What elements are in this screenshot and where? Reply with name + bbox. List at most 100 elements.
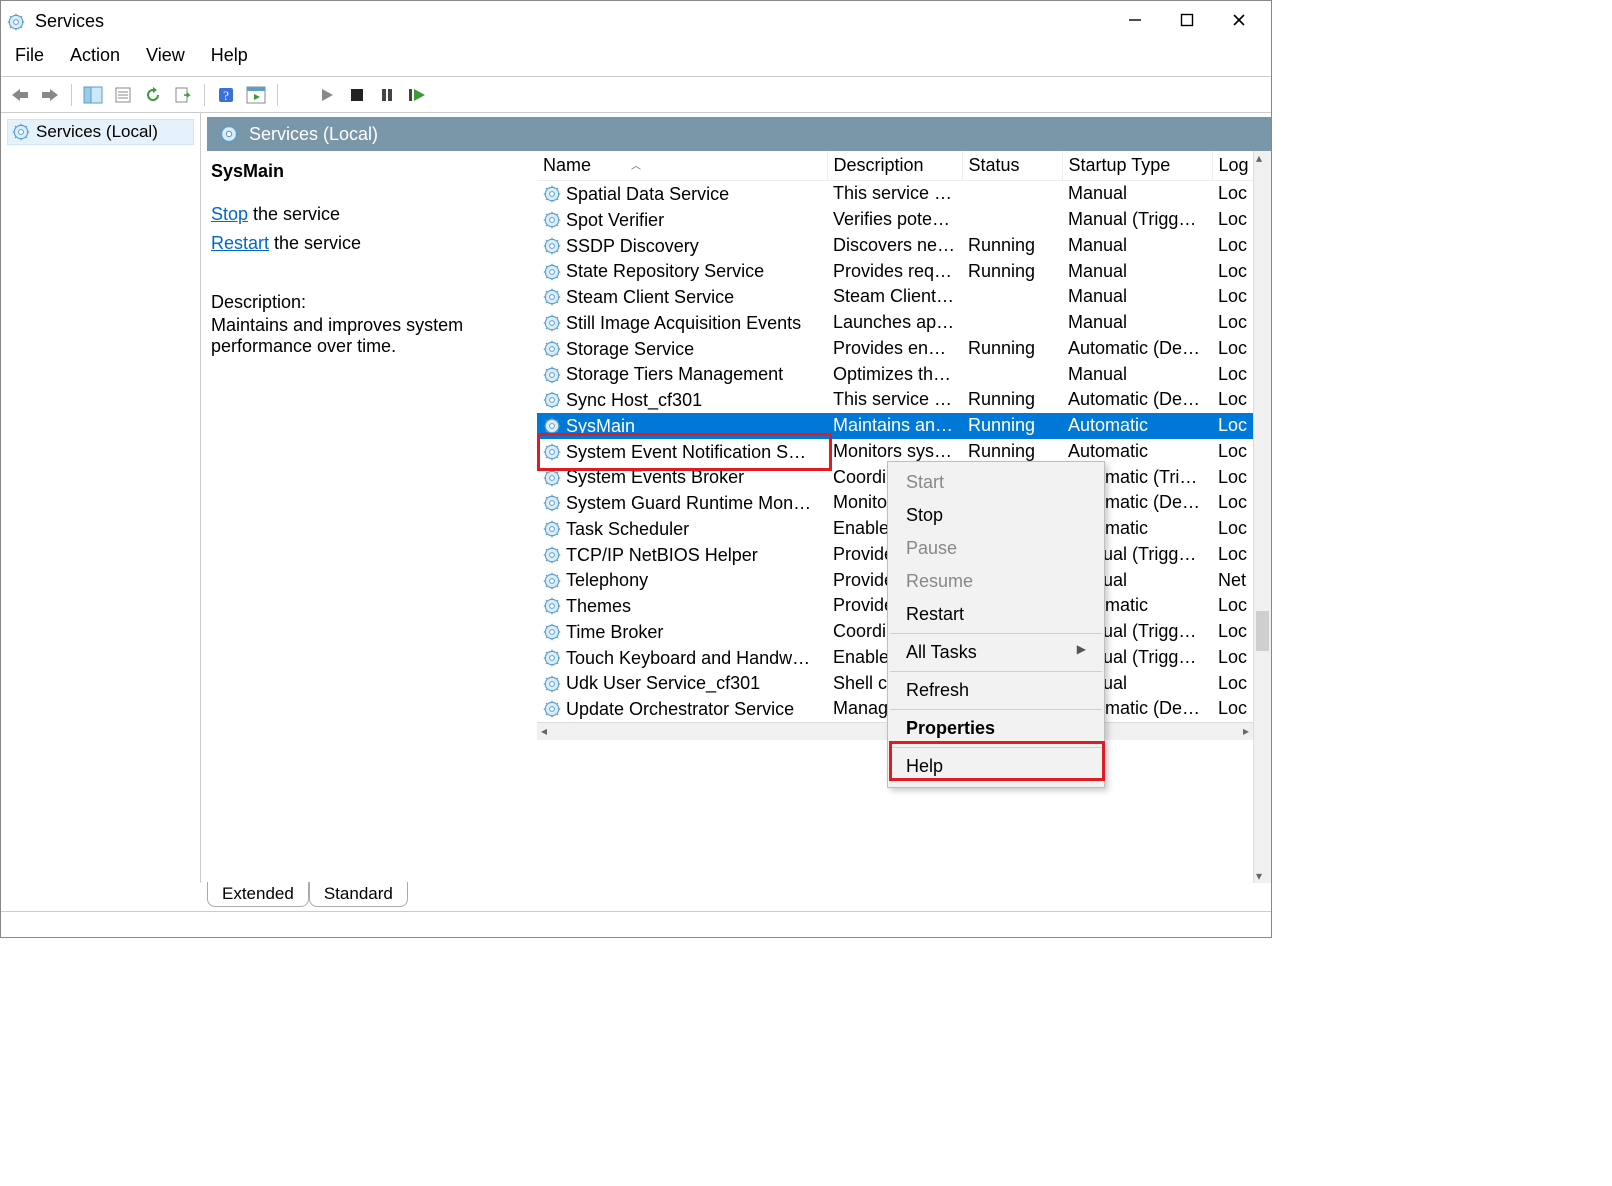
col-status[interactable]: Status bbox=[962, 151, 1062, 181]
app-icon bbox=[7, 11, 25, 31]
context-menu-item[interactable]: Restart bbox=[888, 598, 1104, 631]
service-status bbox=[962, 181, 1062, 207]
refresh-button[interactable] bbox=[142, 84, 164, 106]
service-name: System Event Notification S… bbox=[566, 441, 806, 461]
service-status bbox=[962, 207, 1062, 233]
listview-title: Services (Local) bbox=[249, 124, 378, 145]
tree-node-label: Services (Local) bbox=[36, 122, 158, 142]
service-logon: Net bbox=[1212, 567, 1253, 593]
table-row[interactable]: SysMainMaintains an…RunningAutomaticLoc bbox=[537, 413, 1253, 439]
gear-icon bbox=[543, 572, 561, 590]
service-status bbox=[962, 284, 1062, 310]
menubar: File Action View Help bbox=[1, 41, 1271, 77]
context-menu-item[interactable]: All Tasks▶ bbox=[888, 636, 1104, 669]
start-service-button[interactable] bbox=[316, 84, 338, 106]
service-name: State Repository Service bbox=[566, 261, 764, 281]
service-logon: Loc bbox=[1212, 619, 1253, 645]
service-startup: Manual bbox=[1062, 181, 1212, 207]
gear-icon bbox=[543, 597, 561, 615]
services-table-wrap: Name︿ Description Status Startup Type Lo… bbox=[537, 151, 1271, 883]
close-button[interactable] bbox=[1225, 11, 1253, 32]
service-status bbox=[962, 310, 1062, 336]
minimize-button[interactable] bbox=[1121, 11, 1149, 32]
col-name[interactable]: Name︿ bbox=[537, 151, 827, 181]
col-logon[interactable]: Log On As bbox=[1212, 151, 1253, 181]
gear-icon bbox=[543, 211, 561, 229]
back-button[interactable] bbox=[9, 84, 31, 106]
submenu-arrow-icon: ▶ bbox=[1077, 642, 1086, 656]
menu-help[interactable]: Help bbox=[211, 45, 248, 66]
context-menu-item[interactable]: Help bbox=[888, 750, 1104, 783]
service-logon: Loc bbox=[1212, 542, 1253, 568]
show-hide-tree-button[interactable] bbox=[82, 84, 104, 106]
service-startup: Manual bbox=[1062, 258, 1212, 284]
properties-toolbutton[interactable] bbox=[112, 84, 134, 106]
service-name: Steam Client Service bbox=[566, 287, 734, 307]
service-logon: Loc bbox=[1212, 645, 1253, 671]
service-description: This service … bbox=[827, 387, 962, 413]
restart-service-link[interactable]: Restart bbox=[211, 233, 269, 253]
service-description: This service i… bbox=[827, 181, 962, 207]
table-row[interactable]: Spot VerifierVerifies pote…Manual (Trigg… bbox=[537, 207, 1253, 233]
col-startup[interactable]: Startup Type bbox=[1062, 151, 1212, 181]
service-description: Optimizes th… bbox=[827, 361, 962, 387]
restart-service-button[interactable] bbox=[406, 84, 428, 106]
window-title: Services bbox=[35, 11, 104, 32]
maximize-button[interactable] bbox=[1173, 11, 1201, 32]
table-row[interactable]: Steam Client ServiceSteam Client…ManualL… bbox=[537, 284, 1253, 310]
table-row[interactable]: SSDP DiscoveryDiscovers ne…RunningManual… bbox=[537, 233, 1253, 259]
forward-button[interactable] bbox=[39, 84, 61, 106]
service-name: Task Scheduler bbox=[566, 519, 689, 539]
help-button[interactable]: ? bbox=[215, 84, 237, 106]
table-row[interactable]: Sync Host_cf301This service …RunningAuto… bbox=[537, 387, 1253, 413]
service-status: Running bbox=[962, 233, 1062, 259]
gear-icon bbox=[543, 237, 561, 255]
gear-icon bbox=[543, 366, 561, 384]
selected-service-name: SysMain bbox=[211, 161, 525, 182]
service-name: System Events Broker bbox=[566, 467, 744, 487]
table-row[interactable]: Still Image Acquisition EventsLaunches a… bbox=[537, 310, 1253, 336]
service-name: Storage Service bbox=[566, 338, 694, 358]
detail-pane: SysMain Stop the service Restart the ser… bbox=[207, 151, 537, 883]
svg-text:?: ? bbox=[223, 88, 229, 103]
service-name: Themes bbox=[566, 596, 631, 616]
view-tabs: Extended Standard bbox=[207, 883, 1271, 911]
service-description: Maintains an… bbox=[827, 413, 962, 439]
table-row[interactable]: Spatial Data ServiceThis service i…Manua… bbox=[537, 181, 1253, 207]
service-startup: Manual bbox=[1062, 284, 1212, 310]
gear-icon bbox=[543, 623, 561, 641]
menu-file[interactable]: File bbox=[15, 45, 44, 66]
stop-service-link[interactable]: Stop bbox=[211, 204, 248, 224]
service-logon: Loc bbox=[1212, 310, 1253, 336]
table-row[interactable]: State Repository ServiceProvides req…Run… bbox=[537, 258, 1253, 284]
context-menu-item[interactable]: Stop bbox=[888, 499, 1104, 532]
service-status: Running bbox=[962, 336, 1062, 362]
stop-service-button[interactable] bbox=[346, 84, 368, 106]
context-menu-item[interactable]: Properties bbox=[888, 712, 1104, 745]
vertical-scrollbar[interactable] bbox=[1253, 151, 1271, 883]
menu-action[interactable]: Action bbox=[70, 45, 120, 66]
table-row[interactable]: Storage Tiers Management Optimizes th… Man… bbox=[537, 361, 1253, 387]
service-startup: Automatic (De… bbox=[1062, 336, 1212, 362]
gear-icon bbox=[543, 391, 561, 409]
tree-node-services-local[interactable]: Services (Local) bbox=[7, 119, 194, 145]
table-row[interactable]: Storage ServiceProvides ena…RunningAutom… bbox=[537, 336, 1253, 362]
service-logon: Loc bbox=[1212, 181, 1253, 207]
service-logon: Loc bbox=[1212, 696, 1253, 722]
service-startup: Manual bbox=[1062, 361, 1212, 387]
service-logon: Loc bbox=[1212, 207, 1253, 233]
col-description[interactable]: Description bbox=[827, 151, 962, 181]
context-menu-item: Pause bbox=[888, 532, 1104, 565]
export-button[interactable] bbox=[172, 84, 194, 106]
menu-view[interactable]: View bbox=[146, 45, 185, 66]
tab-standard[interactable]: Standard bbox=[309, 882, 408, 907]
tab-extended[interactable]: Extended bbox=[207, 882, 309, 907]
pause-service-button[interactable] bbox=[376, 84, 398, 106]
service-description: Launches ap… bbox=[827, 310, 962, 336]
action-pane-button[interactable] bbox=[245, 84, 267, 106]
context-menu-item[interactable]: Refresh bbox=[888, 674, 1104, 707]
gear-icon bbox=[543, 417, 561, 435]
service-logon: Loc bbox=[1212, 593, 1253, 619]
gear-icon bbox=[543, 263, 561, 281]
service-name: Storage Tiers Management bbox=[566, 364, 783, 384]
